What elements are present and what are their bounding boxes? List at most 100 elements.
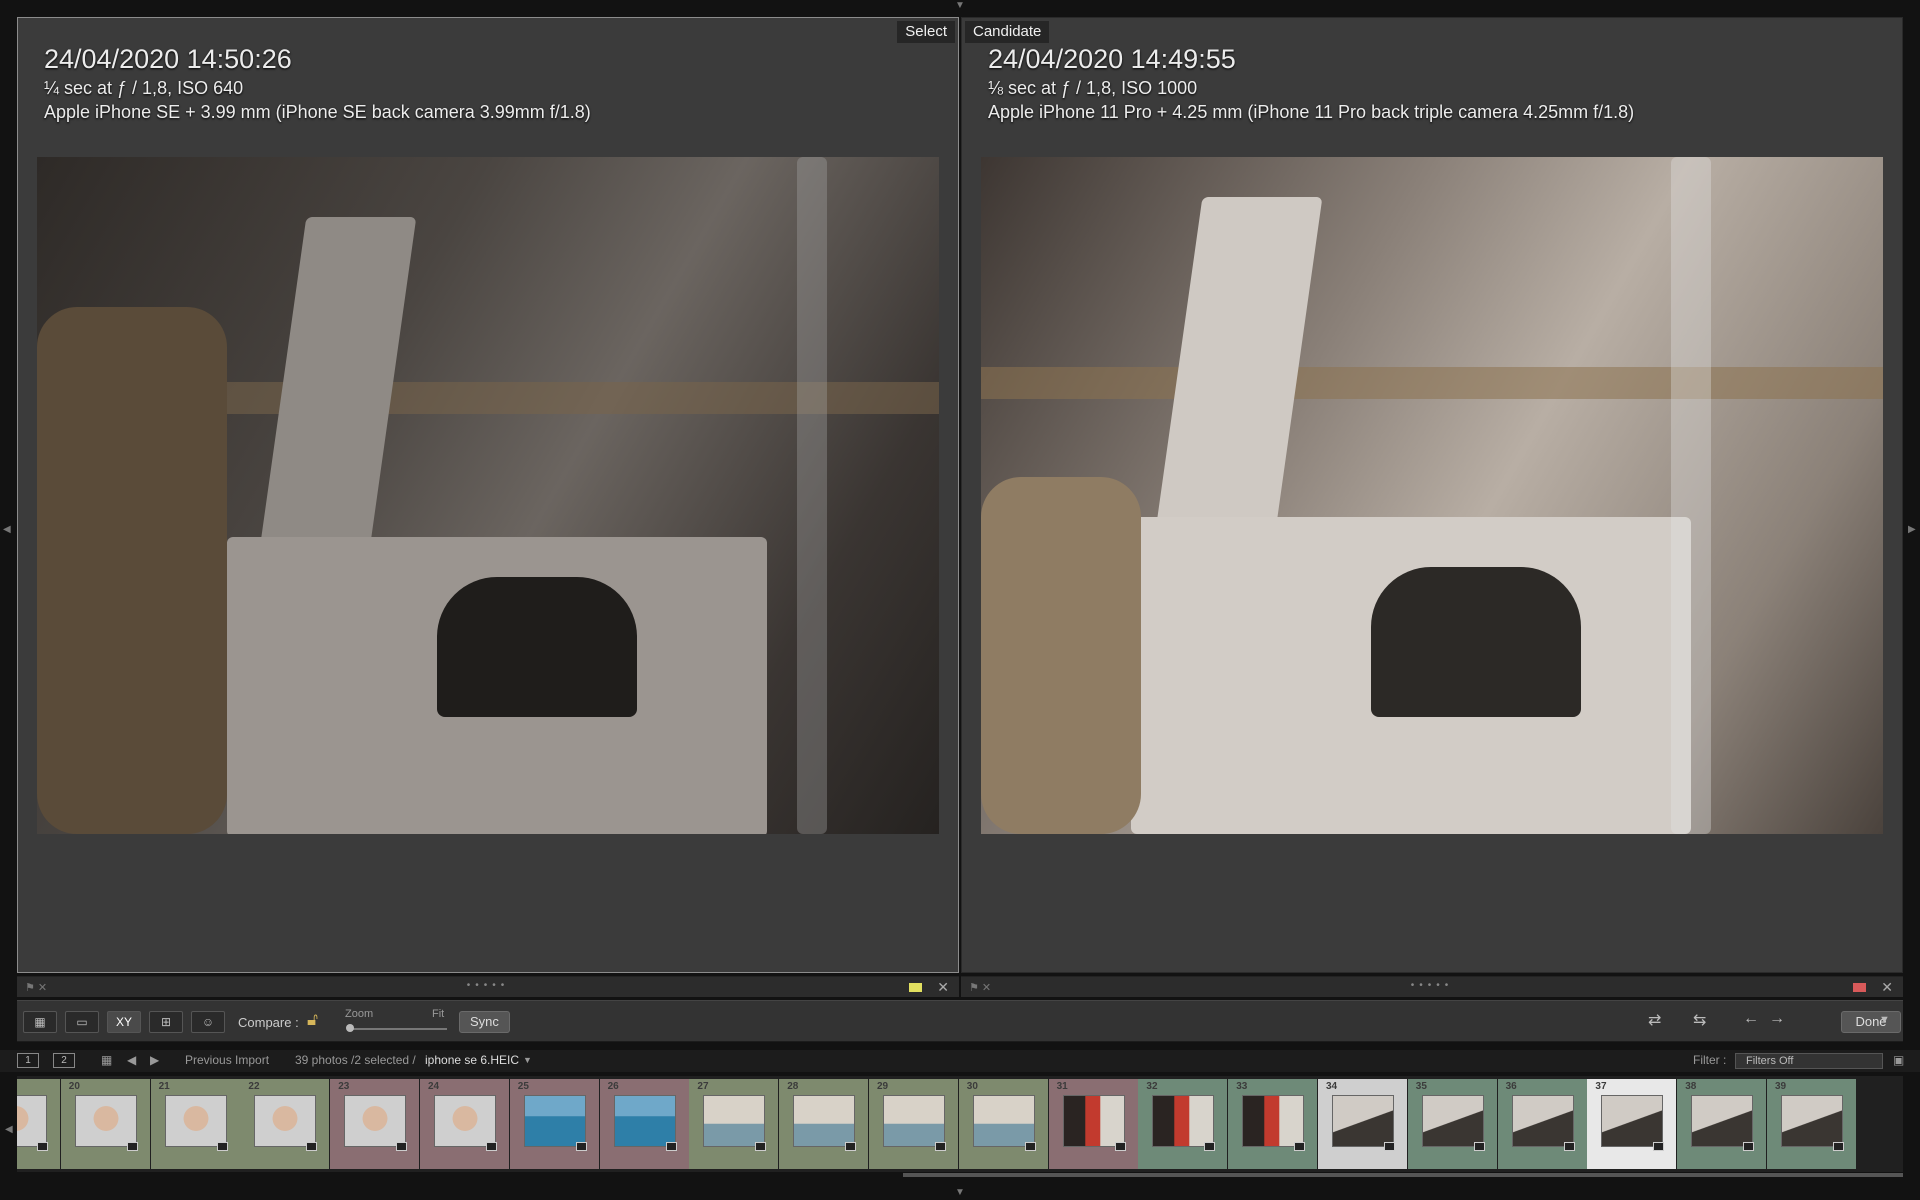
zoom-label: Zoom xyxy=(345,1008,374,1020)
tile-border-stripe xyxy=(981,367,1883,399)
fit-label: Fit xyxy=(432,1008,445,1020)
done-button[interactable]: Done xyxy=(1841,1011,1901,1033)
right-panel-toggle-icon[interactable]: ▶ xyxy=(1908,525,1916,535)
select-pane[interactable]: Select 24/04/2020 14:50:26 ¼ sec at ƒ / … xyxy=(17,17,959,973)
filmstrip-thumbnail[interactable]: 32 xyxy=(1138,1079,1228,1169)
flag-icon[interactable]: ⚑ ✕ xyxy=(969,981,991,994)
monitor-2-button[interactable]: 2 xyxy=(53,1053,75,1068)
swap-icon[interactable]: ⇄ xyxy=(1648,1010,1661,1034)
filmstrip-thumbnail[interactable]: 28 xyxy=(779,1079,869,1169)
toolbar-menu-chevron-icon[interactable]: ▼ xyxy=(1879,1014,1890,1038)
bottom-panel-toggle-icon[interactable]: ▼ xyxy=(955,1188,965,1198)
left-panel-toggle-icon[interactable]: ◀ xyxy=(3,525,11,535)
edited-badge-icon xyxy=(306,1142,318,1151)
close-icon[interactable]: ✕ xyxy=(1881,979,1893,996)
thumbnail-index: 33 xyxy=(1236,1081,1248,1092)
lock-icon[interactable]: 🔓︎ xyxy=(307,1010,318,1030)
candidate-status-strip: ⚑ ✕ ••••• ✕ xyxy=(961,976,1903,997)
grid-view-icon[interactable]: ▦ xyxy=(23,1011,57,1033)
rating-dots[interactable]: ••••• xyxy=(1411,980,1454,991)
filmstrip-left-arrow-icon[interactable]: ◀ xyxy=(5,1125,13,1135)
zoom-slider[interactable] xyxy=(347,1028,447,1030)
select-info-overlay: 24/04/2020 14:50:26 ¼ sec at ƒ / 1,8, IS… xyxy=(44,42,591,124)
filmstrip-thumbnail[interactable]: 29 xyxy=(869,1079,958,1169)
next-arrow-icon[interactable]: → xyxy=(1769,1010,1785,1034)
previous-arrow-icon[interactable]: ← xyxy=(1743,1010,1759,1034)
filmstrip-thumbnail[interactable]: 24 xyxy=(420,1079,509,1169)
filter-select[interactable]: Filters Off xyxy=(1735,1053,1883,1069)
filename-dropdown-icon[interactable]: ▼ xyxy=(523,1055,532,1065)
edited-badge-icon xyxy=(1563,1142,1575,1151)
candidate-capture-date: 24/04/2020 14:49:55 xyxy=(988,44,1236,74)
edited-badge-icon xyxy=(396,1142,408,1151)
filmstrip-thumbnail[interactable]: 39 xyxy=(1767,1079,1856,1169)
filmstrip-thumbnail[interactable]: 21 xyxy=(150,1079,240,1169)
edited-badge-icon xyxy=(665,1142,677,1151)
edited-badge-icon xyxy=(1294,1142,1306,1151)
edited-badge-icon xyxy=(1743,1142,1755,1151)
filmstrip-thumbnail[interactable]: 36 xyxy=(1497,1079,1587,1169)
compare-label: Compare : xyxy=(238,1015,299,1030)
rating-dots[interactable]: ••••• xyxy=(467,980,510,991)
source-label[interactable]: Previous Import xyxy=(185,1053,269,1067)
filter-label: Filter : xyxy=(1693,1053,1727,1067)
color-label-yellow[interactable] xyxy=(909,983,922,992)
candidate-photo[interactable] xyxy=(981,157,1883,834)
select-tag: Select xyxy=(897,21,955,43)
candidate-pane[interactable]: Candidate 24/04/2020 14:49:55 ⅛ sec at ƒ… xyxy=(961,17,1903,973)
thumbnail-index: 21 xyxy=(158,1081,170,1092)
filmstrip-thumbnail[interactable]: 22 xyxy=(240,1079,330,1169)
forward-arrow-icon[interactable]: ▶ xyxy=(150,1053,159,1067)
thumbnail-index: 28 xyxy=(787,1081,799,1092)
monitor-1-button[interactable]: 1 xyxy=(17,1053,39,1068)
filmstrip-thumbnail[interactable]: 35 xyxy=(1407,1079,1497,1169)
thumbnail-index: 39 xyxy=(1775,1081,1787,1092)
thumbnail-image xyxy=(164,1095,227,1147)
thumbnail-index: 20 xyxy=(68,1081,80,1092)
shower-glass-shape xyxy=(1671,157,1711,834)
filmstrip-thumbnail[interactable]: 38 xyxy=(1677,1079,1767,1169)
select-exposure: ¼ sec at ƒ / 1,8, ISO 640 xyxy=(44,78,244,98)
filter-lock-icon[interactable]: ▣ xyxy=(1893,1053,1904,1067)
top-panel-toggle-icon[interactable]: ▼ xyxy=(955,1,965,11)
thumbnail-image xyxy=(613,1095,676,1147)
people-view-icon[interactable]: ☺ xyxy=(191,1011,225,1033)
candidate-info-overlay: 24/04/2020 14:49:55 ⅛ sec at ƒ / 1,8, IS… xyxy=(988,42,1634,124)
thumbnail-image xyxy=(972,1095,1035,1147)
grid-icon[interactable]: ▦ xyxy=(101,1053,112,1067)
current-filename[interactable]: iphone se 6.HEIC xyxy=(425,1053,519,1067)
shower-glass-shape xyxy=(797,157,827,834)
survey-view-icon[interactable]: ⊞ xyxy=(149,1011,183,1033)
compare-view-icon[interactable]: XY xyxy=(107,1011,141,1033)
filmstrip-scrollbar[interactable] xyxy=(903,1173,1903,1177)
washing-machine-drum xyxy=(1371,567,1581,717)
lightroom-compare-view: ▼ ◀ ▶ ▼ Select 24/04/2020 14:50:26 ¼ sec… xyxy=(0,0,1920,1200)
candidate-tag: Candidate xyxy=(965,21,1050,43)
select-photo[interactable] xyxy=(37,157,939,834)
basket-shape xyxy=(981,477,1141,834)
filmstrip-thumbnail[interactable]: 31 xyxy=(1048,1079,1138,1169)
thumbnail-image xyxy=(254,1095,317,1147)
filmstrip-thumbnail[interactable]: 27 xyxy=(689,1079,779,1169)
back-arrow-icon[interactable]: ◀ xyxy=(127,1053,136,1067)
filmstrip[interactable]: 19 20 21 22 23 24 25 26 27 28 29 30 31 32 33 34 35 36 37 38… xyxy=(17,1076,1903,1172)
filmstrip-thumbnail[interactable]: 20 xyxy=(60,1079,150,1169)
close-icon[interactable]: ✕ xyxy=(937,979,949,996)
thumbnail-index: 23 xyxy=(338,1081,350,1092)
flag-icon[interactable]: ⚑ ✕ xyxy=(25,981,47,994)
filmstrip-thumbnail[interactable]: 34 xyxy=(1318,1079,1407,1169)
color-label-red[interactable] xyxy=(1853,983,1866,992)
make-select-icon[interactable]: ⇆ xyxy=(1693,1010,1706,1034)
filmstrip-thumbnail[interactable]: 26 xyxy=(599,1079,689,1169)
sync-button[interactable]: Sync xyxy=(459,1011,510,1033)
zoom-slider-thumb[interactable] xyxy=(346,1024,354,1032)
filmstrip-thumbnail[interactable]: 19 xyxy=(17,1079,60,1169)
filmstrip-thumbnail[interactable]: 30 xyxy=(958,1079,1048,1169)
filmstrip-thumbnail[interactable]: 37 xyxy=(1587,1079,1677,1169)
filmstrip-thumbnail[interactable]: 23 xyxy=(330,1079,420,1169)
filmstrip-thumbnail[interactable]: 25 xyxy=(509,1079,599,1169)
thumbnail-image xyxy=(74,1095,137,1147)
filmstrip-thumbnail[interactable]: 33 xyxy=(1228,1079,1318,1169)
loupe-view-icon[interactable]: ▭ xyxy=(65,1011,99,1033)
edited-badge-icon xyxy=(1024,1142,1036,1151)
